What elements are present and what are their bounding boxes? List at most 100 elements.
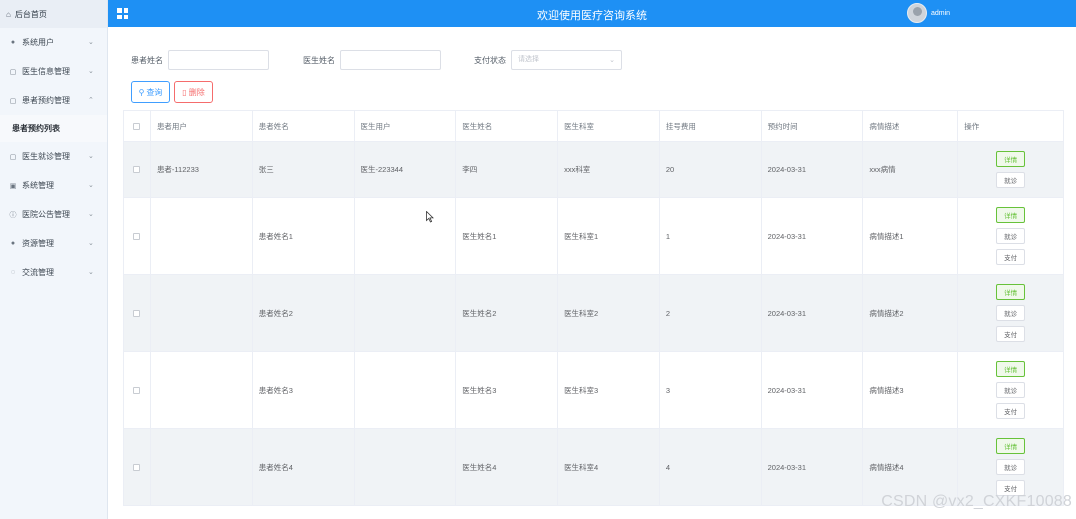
- column-header: 患者姓名: [253, 111, 355, 141]
- table-cell-time: 2024-03-31: [762, 352, 864, 428]
- table-cell-patient-user: 患者-112233: [151, 142, 253, 197]
- table-cell-doctor-user: [355, 429, 457, 505]
- consult-button[interactable]: 就诊: [996, 305, 1026, 321]
- table-cell-patient-name: 患者姓名1: [253, 198, 355, 274]
- user-icon: ●: [10, 39, 16, 46]
- sidebar-item-communication[interactable]: ◌ 交流管理 ⌄: [0, 258, 107, 287]
- dot-icon: ●: [10, 240, 16, 247]
- table-cell-dept: 医生科室1: [558, 198, 660, 274]
- table-cell-doctor-name: 医生姓名1: [456, 198, 559, 274]
- table-cell-patient-user: [151, 352, 253, 428]
- chevron-down-icon: ⌄: [88, 211, 94, 218]
- pay-button[interactable]: 支付: [996, 403, 1026, 419]
- sidebar-item-appointments[interactable]: ▢ 患者预约管理 ⌃: [0, 86, 107, 115]
- table-cell-fee: 4: [660, 429, 762, 505]
- column-header: 医生姓名: [456, 111, 559, 141]
- pay-button[interactable]: 支付: [996, 249, 1026, 265]
- table-cell-time: 2024-03-31: [762, 429, 864, 505]
- column-header: 病情描述: [863, 111, 959, 141]
- main-content: 患者姓名 医生姓名 支付状态 请选择 ⌄ ⚲ 查询 ▯ 删除 患者用户 患者姓名…: [110, 27, 1076, 519]
- details-button[interactable]: 详情: [996, 361, 1026, 377]
- row-checkbox[interactable]: [133, 309, 141, 317]
- ops-cell: 详情 就诊 支付: [958, 352, 1063, 428]
- row-checkbox[interactable]: [133, 386, 141, 394]
- pay-status-select[interactable]: 请选择 ⌄: [511, 50, 622, 70]
- sidebar-item-label: 系统用户: [22, 38, 54, 47]
- sidebar-item-system-users[interactable]: ● 系统用户 ⌄: [0, 28, 107, 57]
- delete-button[interactable]: ▯ 删除: [174, 81, 213, 103]
- sidebar-item-label: 系统管理: [22, 181, 54, 190]
- table-cell-patient-name: 张三: [253, 142, 355, 197]
- table-cell-doctor-name: 医生姓名2: [456, 275, 559, 351]
- query-button[interactable]: ⚲ 查询: [131, 81, 170, 103]
- sidebar-subitem-appointment-list[interactable]: 患者预约列表: [0, 115, 107, 142]
- row-checkbox[interactable]: [133, 463, 141, 471]
- doc-icon: ▢: [9, 68, 17, 76]
- table-row: 患者姓名1 医生姓名1 医生科室1 1 2024-03-31 病情描述1 详情 就诊 支付: [124, 198, 1063, 275]
- chat-icon: ◌: [10, 269, 16, 276]
- delete-button-label: 删除: [188, 87, 205, 97]
- table-cell-patient-user: [151, 429, 253, 505]
- sidebar-item-label: 交流管理: [22, 268, 54, 277]
- sidebar-item-resources[interactable]: ● 资源管理 ⌄: [0, 229, 107, 258]
- column-header: 医生科室: [558, 111, 660, 141]
- table-cell-doctor-name: 李四: [456, 142, 559, 197]
- details-button[interactable]: 详情: [996, 438, 1026, 454]
- table-cell-fee: 1: [660, 198, 762, 274]
- chevron-down-icon: ⌄: [88, 182, 94, 189]
- table-cell-dept: 医生科室2: [558, 275, 660, 351]
- table-cell-patient-name: 患者姓名4: [253, 429, 355, 505]
- details-button[interactable]: 详情: [996, 151, 1026, 167]
- details-button[interactable]: 详情: [996, 284, 1026, 300]
- table-cell-dept: 医生科室3: [558, 352, 660, 428]
- row-checkbox[interactable]: [133, 232, 141, 240]
- table-cell-fee: 3: [660, 352, 762, 428]
- username[interactable]: admin: [931, 10, 950, 17]
- column-header: 预约时间: [762, 111, 864, 141]
- table-cell-desc: xxx病情: [863, 142, 959, 197]
- doctor-name-input[interactable]: [340, 50, 441, 70]
- avatar[interactable]: [907, 3, 927, 23]
- row-checkbox[interactable]: [133, 166, 141, 173]
- sidebar-item-consultation[interactable]: ▢ 医生就诊管理 ⌄: [0, 142, 107, 171]
- row-checkbox-cell: [124, 142, 151, 197]
- table-cell-doctor-user: [355, 275, 457, 351]
- table-cell-doctor-user: [355, 352, 457, 428]
- consult-button[interactable]: 就诊: [996, 382, 1026, 398]
- topbar: 欢迎使用医疗咨询系统 admin: [108, 0, 1076, 27]
- consult-button[interactable]: 就诊: [996, 172, 1026, 188]
- table-cell-desc: 病情描述2: [863, 275, 959, 351]
- consult-button[interactable]: 就诊: [996, 459, 1026, 475]
- chevron-down-icon: ⌄: [88, 153, 94, 160]
- chevron-down-icon: ⌄: [609, 57, 615, 64]
- sidebar-item-label: 资源管理: [22, 239, 54, 248]
- ops-cell: 详情 就诊: [958, 142, 1063, 197]
- details-button[interactable]: 详情: [996, 207, 1026, 223]
- sidebar-item-label: 医生信息管理: [22, 67, 70, 76]
- table-cell-doctor-name: 医生姓名4: [456, 429, 559, 505]
- row-checkbox-cell: [124, 198, 151, 274]
- table-cell-dept: xxx科室: [558, 142, 660, 197]
- table-cell-patient-user: [151, 198, 253, 274]
- chevron-down-icon: ⌄: [88, 240, 94, 247]
- table-cell-doctor-user: 医生-223344: [355, 142, 457, 197]
- sidebar: ⌂ 后台首页 ● 系统用户 ⌄ ▢ 医生信息管理 ⌄ ▢ 患者预约管理 ⌃ 患者…: [0, 0, 108, 519]
- ops-cell: 详情 就诊 支付: [958, 275, 1063, 351]
- header-checkbox-cell: [124, 111, 151, 141]
- table-row: 患者-112233 张三 医生-223344 李四 xxx科室 20 2024-03-31 x…: [124, 142, 1063, 198]
- select-all-checkbox[interactable]: [133, 122, 141, 130]
- chevron-down-icon: ⌄: [88, 269, 94, 276]
- sidebar-item-announcements[interactable]: ⓘ 医院公告管理 ⌄: [0, 200, 107, 229]
- pay-button[interactable]: 支付: [996, 326, 1026, 342]
- patient-name-input[interactable]: [168, 50, 269, 70]
- search-icon: ⚲: [138, 87, 145, 97]
- sidebar-item-system[interactable]: ▣ 系统管理 ⌄: [0, 171, 107, 200]
- sidebar-item-label: 医生就诊管理: [22, 152, 70, 161]
- table-cell-patient-name: 患者姓名3: [253, 352, 355, 428]
- sidebar-item-doctor-info[interactable]: ▢ 医生信息管理 ⌄: [0, 57, 107, 86]
- consult-button[interactable]: 就诊: [996, 228, 1026, 244]
- column-header: 操作: [964, 121, 980, 131]
- table-row: 患者姓名2 医生姓名2 医生科室2 2 2024-03-31 病情描述2 详情 就诊 支付: [124, 275, 1063, 352]
- table-cell-dept: 医生科室4: [558, 429, 660, 505]
- sidebar-home[interactable]: ⌂ 后台首页: [0, 0, 107, 28]
